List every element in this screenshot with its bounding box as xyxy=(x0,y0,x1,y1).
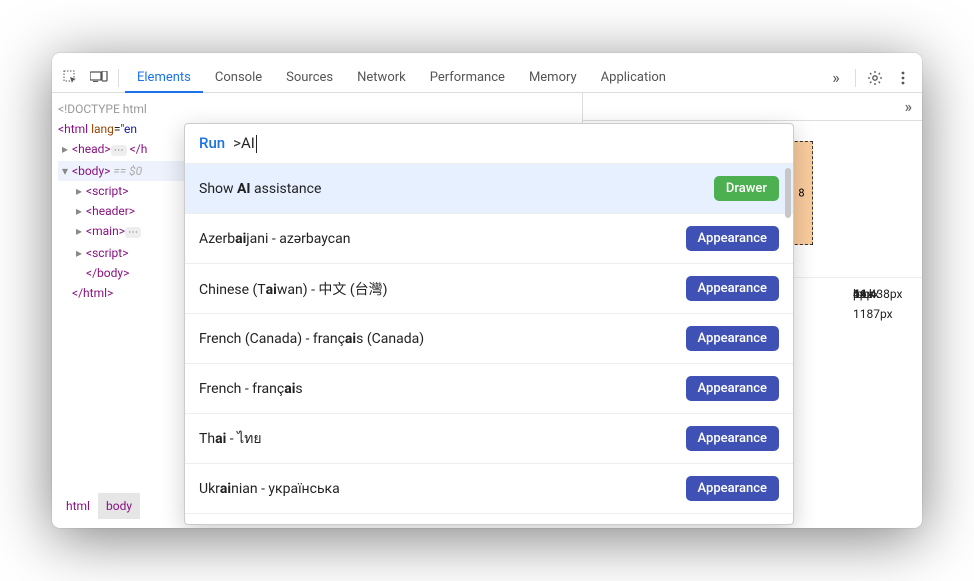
badge-appearance: Appearance xyxy=(686,326,779,351)
badge-appearance: Appearance xyxy=(686,226,779,251)
tab-sources[interactable]: Sources xyxy=(274,63,345,93)
settings-icon[interactable] xyxy=(862,65,888,91)
command-menu: Run >AI Show AI assistance Drawer Azerba… xyxy=(184,123,794,525)
tab-application[interactable]: Application xyxy=(589,63,678,93)
tab-network[interactable]: Network xyxy=(345,63,418,93)
more-tabs-icon[interactable]: » xyxy=(823,65,849,91)
doctype: <!DOCTYPE html xyxy=(58,102,147,116)
command-item[interactable]: Show AI assistance Drawer xyxy=(185,164,793,214)
command-prefix: Run xyxy=(199,134,225,152)
badge-appearance: Appearance xyxy=(686,426,779,451)
command-item[interactable]: Ukrainian - українська Appearance xyxy=(185,464,793,514)
kebab-icon[interactable] xyxy=(890,65,916,91)
command-item[interactable]: Azerbaijani - azərbaycan Appearance xyxy=(185,214,793,264)
styles-subtabs: » xyxy=(583,93,922,121)
panel-tabs: Elements Console Sources Network Perform… xyxy=(125,63,678,93)
command-item[interactable]: Thai - ไทย Appearance xyxy=(185,414,793,464)
badge-appearance: Appearance xyxy=(686,276,779,301)
text-cursor xyxy=(256,135,257,153)
command-item[interactable]: French - français Appearance xyxy=(185,364,793,414)
badge-appearance: Appearance xyxy=(686,476,779,501)
tab-console[interactable]: Console xyxy=(203,63,274,93)
command-item[interactable]: Show Application Panel xyxy=(185,514,793,524)
device-icon[interactable] xyxy=(86,65,112,91)
command-item[interactable]: French (Canada) - français (Canada) Appe… xyxy=(185,314,793,364)
badge-drawer: Drawer xyxy=(714,176,779,201)
devtools-window: Elements Console Sources Network Perform… xyxy=(52,53,922,528)
main-toolbar: Elements Console Sources Network Perform… xyxy=(52,63,922,93)
command-item[interactable]: Chinese (Taiwan) - 中文 (台灣) Appearance xyxy=(185,264,793,314)
separator xyxy=(855,69,856,87)
command-input[interactable]: Run >AI xyxy=(185,124,793,164)
tab-performance[interactable]: Performance xyxy=(418,63,517,93)
inspect-icon[interactable] xyxy=(58,65,84,91)
badge-appearance: Appearance xyxy=(686,376,779,401)
breadcrumb-item[interactable]: html xyxy=(58,493,98,519)
command-list[interactable]: Show AI assistance Drawer Azerbaijani - … xyxy=(185,164,793,524)
tab-memory[interactable]: Memory xyxy=(517,63,589,93)
more-tabs-icon[interactable]: » xyxy=(905,97,913,116)
separator xyxy=(118,69,119,87)
breadcrumb-item[interactable]: body xyxy=(98,493,140,519)
tab-elements[interactable]: Elements xyxy=(125,63,203,93)
